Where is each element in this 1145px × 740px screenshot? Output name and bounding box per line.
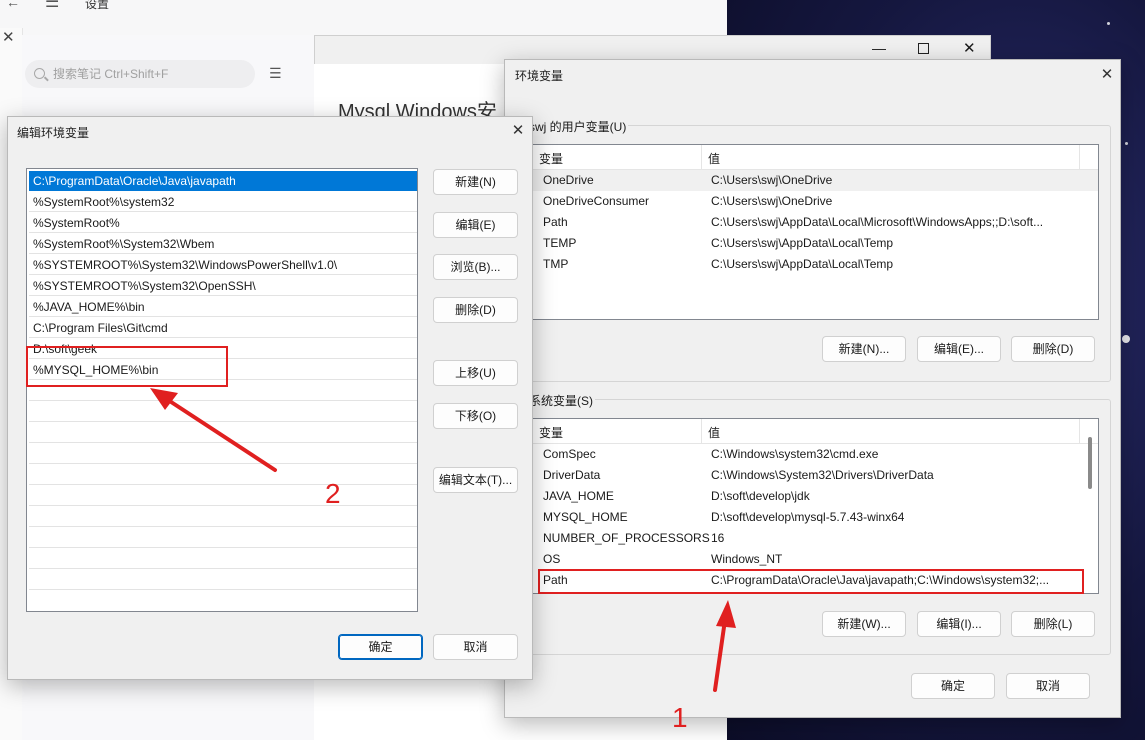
annotation-label-1: 1 — [672, 702, 688, 733]
annotation-label-2: 2 — [325, 478, 341, 509]
arrow-2 — [150, 388, 277, 472]
annotation-overlay — [150, 388, 736, 692]
arrow-1 — [713, 600, 736, 692]
